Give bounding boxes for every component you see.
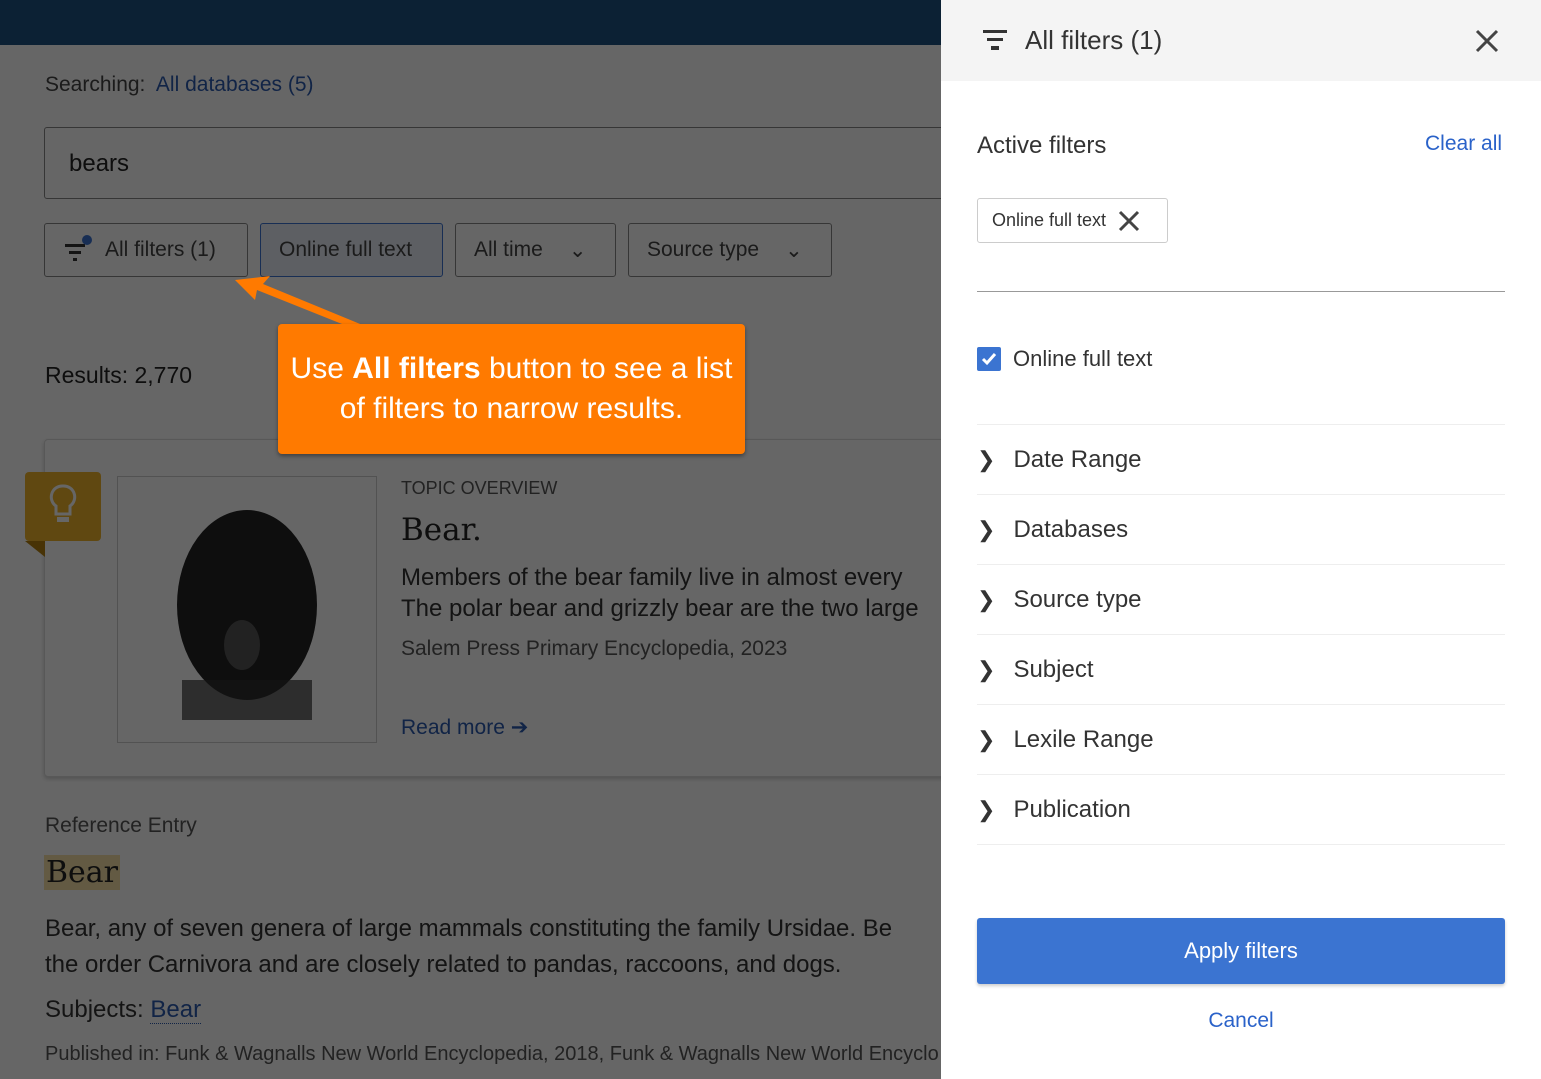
- subjects-line: Subjects: Bear: [45, 996, 202, 1024]
- read-more-label: Read more: [401, 716, 505, 739]
- reference-title[interactable]: Bear: [44, 855, 121, 890]
- filter-section-label: Lexile Range: [1013, 725, 1154, 753]
- filter-section-label: Date Range: [1013, 445, 1142, 473]
- subjects-label: Subjects:: [45, 996, 144, 1023]
- online-full-text-checkbox[interactable]: Online full text: [977, 346, 1152, 372]
- clear-all-link[interactable]: Clear all: [1425, 132, 1502, 156]
- reference-summary-line: the order Carnivora and are closely rela…: [45, 951, 842, 978]
- all-databases-link[interactable]: All databases (5): [156, 73, 314, 96]
- all-filters-label: All filters (1): [105, 238, 216, 261]
- topic-source: Salem Press Primary Encyclopedia, 2023: [401, 637, 788, 660]
- close-icon[interactable]: [1475, 29, 1499, 53]
- topic-title[interactable]: Bear.: [401, 512, 482, 548]
- filter-section-label: Source type: [1013, 585, 1142, 613]
- source-type-dropdown[interactable]: Source type ⌄: [628, 223, 832, 277]
- chevron-right-icon: ❯: [977, 796, 996, 822]
- subject-link[interactable]: Bear: [150, 996, 202, 1024]
- bear-image[interactable]: [117, 476, 377, 743]
- search-input[interactable]: bears: [44, 127, 941, 199]
- filter-section-label: Subject: [1013, 655, 1094, 683]
- callout-arrow: [235, 276, 365, 330]
- checkbox-label: Online full text: [1013, 346, 1153, 371]
- source-type-label: Source type: [647, 238, 760, 261]
- active-filters-heading: Active filters: [977, 132, 1107, 159]
- filter-section-lexile-range[interactable]: ❯ Lexile Range: [977, 705, 1505, 775]
- active-filter-chip[interactable]: Online full text: [977, 198, 1168, 243]
- checkbox-checked-icon[interactable]: [977, 347, 1001, 371]
- panel-title: All filters (1): [1025, 25, 1163, 55]
- lightbulb-icon: [25, 472, 101, 541]
- arrow-right-icon: ➔: [510, 716, 529, 739]
- topic-summary-line: The polar bear and grizzly bear are the …: [401, 595, 919, 622]
- cancel-button[interactable]: Cancel: [977, 1009, 1505, 1033]
- callout-tooltip: Use All filters button to see a list of …: [278, 324, 745, 454]
- all-time-label: All time: [474, 238, 543, 261]
- chevron-down-icon: ⌄: [785, 238, 803, 262]
- topic-summary-line: Members of the bear family live in almos…: [401, 564, 903, 591]
- chevron-right-icon: ❯: [977, 586, 996, 612]
- filter-section-label: Publication: [1013, 795, 1131, 823]
- searching-line: Searching: All databases (5): [45, 73, 314, 97]
- filter-section-subject[interactable]: ❯ Subject: [977, 635, 1505, 705]
- remove-icon[interactable]: [1118, 210, 1140, 232]
- filter-section-publication[interactable]: ❯ Publication: [977, 775, 1505, 845]
- filter-section-databases[interactable]: ❯ Databases: [977, 495, 1505, 565]
- panel-header: All filters (1): [941, 0, 1541, 81]
- chevron-right-icon: ❯: [977, 516, 996, 542]
- results-count: Results: 2,770: [45, 362, 193, 388]
- read-more-link[interactable]: Read more ➔: [401, 715, 528, 740]
- reference-summary-line: Bear, any of seven genera of large mamma…: [45, 915, 893, 942]
- chevron-right-icon: ❯: [977, 446, 996, 472]
- divider: [977, 291, 1505, 292]
- filter-icon: [65, 235, 92, 261]
- top-bar: [0, 0, 941, 45]
- searching-label: Searching:: [45, 73, 146, 96]
- chevron-right-icon: ❯: [977, 726, 996, 752]
- filter-section-date-range[interactable]: ❯ Date Range: [977, 425, 1505, 495]
- topic-kicker: TOPIC OVERVIEW: [401, 478, 558, 498]
- all-filters-button[interactable]: All filters (1): [44, 223, 248, 277]
- all-time-dropdown[interactable]: All time ⌄: [455, 223, 616, 277]
- apply-filters-button[interactable]: Apply filters: [977, 918, 1505, 984]
- filter-section-label: Databases: [1013, 515, 1129, 543]
- chevron-down-icon: ⌄: [568, 238, 587, 262]
- online-full-text-chip[interactable]: Online full text: [260, 223, 443, 277]
- active-filter-label: Online full text: [992, 210, 1107, 230]
- badge-tail: [25, 541, 45, 557]
- filters-panel: All filters (1) Active filters Clear all…: [941, 0, 1541, 1079]
- filter-section-source-type[interactable]: ❯ Source type: [977, 565, 1505, 635]
- dimmed-results-page[interactable]: Searching: All databases (5) bears All f…: [0, 0, 941, 1079]
- reference-kicker: Reference Entry: [45, 814, 197, 837]
- filter-icon: [983, 30, 1007, 50]
- published-in: Published in: Funk & Wagnalls New World …: [45, 1043, 939, 1065]
- chevron-right-icon: ❯: [977, 656, 996, 682]
